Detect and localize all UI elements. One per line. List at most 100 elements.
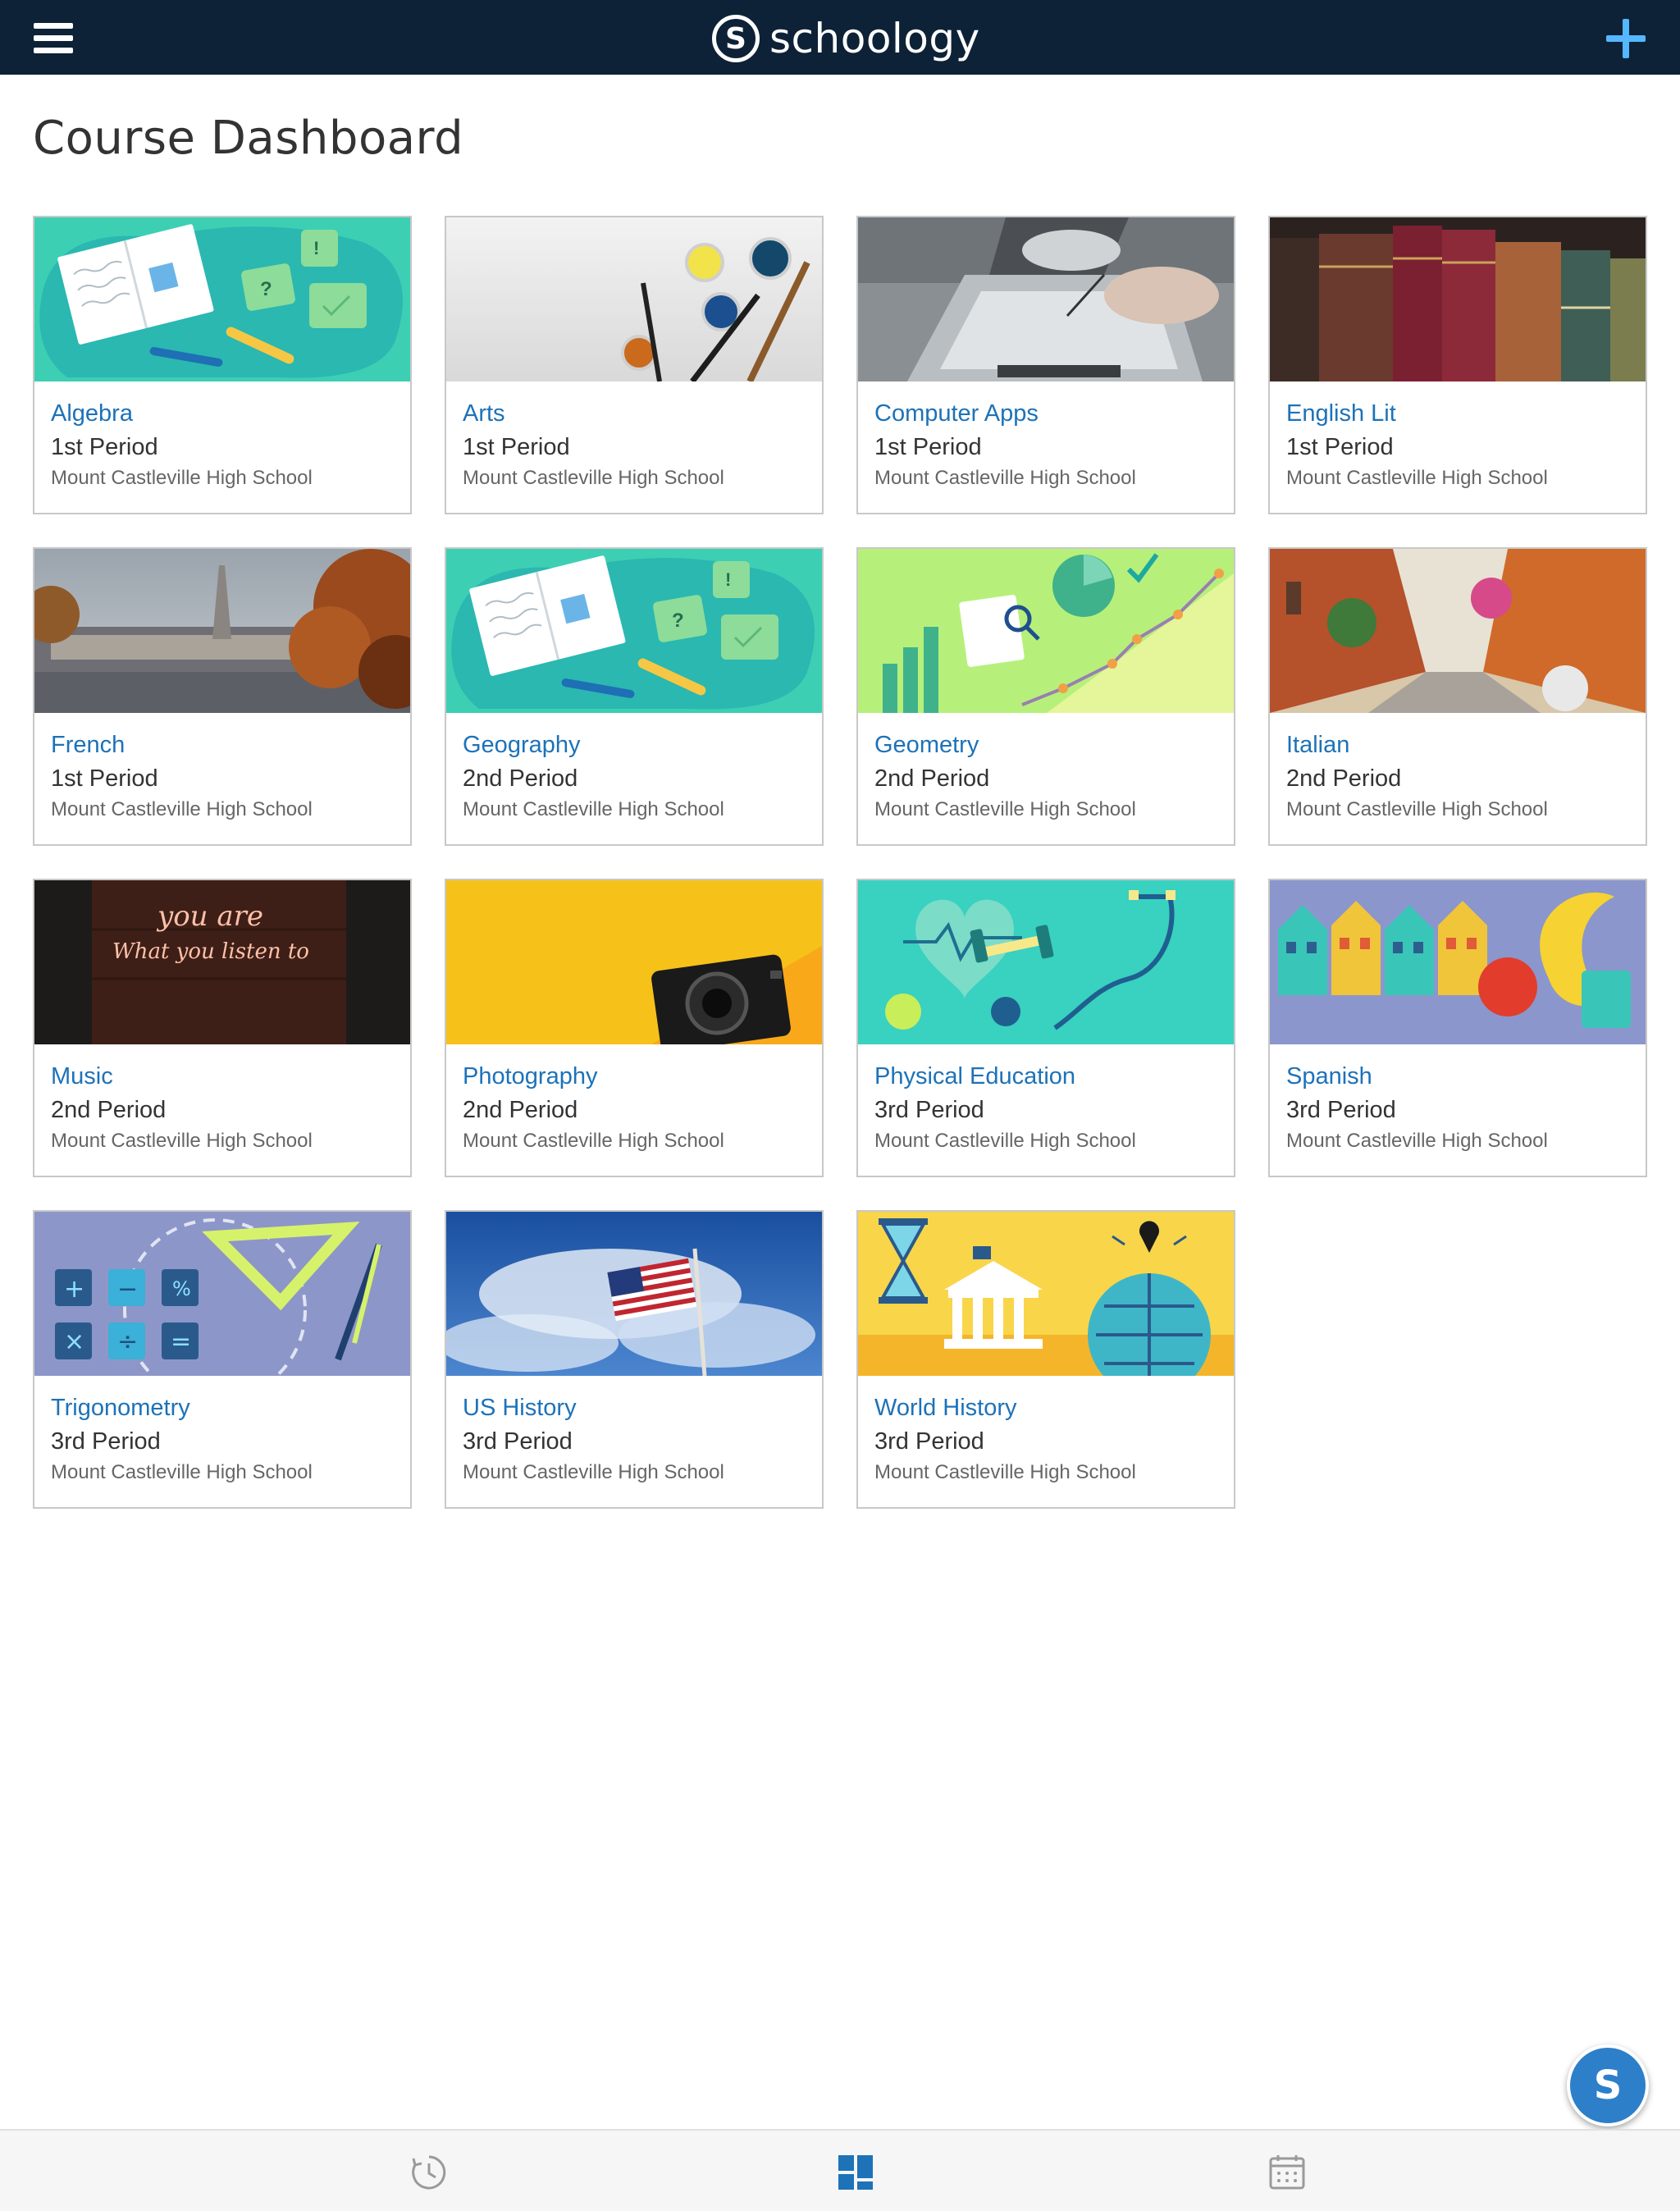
svg-text:+: + xyxy=(64,1275,84,1304)
course-period: 1st Period xyxy=(51,434,158,460)
course-card-us-history[interactable]: US History 3rd Period Mount Castleville … xyxy=(445,1210,824,1509)
recent-activity-icon[interactable] xyxy=(410,2154,448,2191)
course-image-study-illustration: ? ! xyxy=(446,549,822,713)
course-name[interactable]: Italian xyxy=(1286,729,1632,761)
course-period: 2nd Period xyxy=(874,765,990,792)
course-period: 2nd Period xyxy=(51,1097,167,1123)
course-school: Mount Castleville High School xyxy=(1286,1130,1548,1152)
course-school: Mount Castleville High School xyxy=(463,1130,724,1152)
schoology-assistant-button[interactable]: S xyxy=(1567,2044,1649,2126)
course-card-trigonometry[interactable]: + − % × ÷ = Trigonometry 3rd Period Moun… xyxy=(33,1210,412,1509)
course-name[interactable]: English Lit xyxy=(1286,398,1632,429)
course-period: 3rd Period xyxy=(51,1428,161,1455)
course-image-math-tools-illustration: + − % × ÷ = xyxy=(34,1212,410,1376)
calendar-icon[interactable] xyxy=(1268,2154,1306,2191)
course-image-old-books-photo xyxy=(1270,217,1646,381)
course-school: Mount Castleville High School xyxy=(463,798,724,820)
course-name[interactable]: World History xyxy=(874,1392,1221,1423)
hamburger-menu-icon[interactable] xyxy=(34,23,73,54)
top-navigation-bar: S schoology xyxy=(0,0,1680,75)
course-name[interactable]: Physical Education xyxy=(874,1061,1221,1092)
neon-sign-line1: you are xyxy=(156,900,263,933)
course-name[interactable]: Arts xyxy=(463,398,809,429)
course-school: Mount Castleville High School xyxy=(874,467,1136,489)
course-school: Mount Castleville High School xyxy=(51,798,313,820)
course-school: Mount Castleville High School xyxy=(874,1130,1136,1152)
svg-text:?: ? xyxy=(260,278,272,300)
course-image-italian-alley-photo xyxy=(1270,549,1646,713)
course-card-computer-apps[interactable]: Computer Apps 1st Period Mount Castlevil… xyxy=(856,216,1235,514)
course-card-world-history[interactable]: World History 3rd Period Mount Castlevil… xyxy=(856,1210,1235,1509)
course-image-paint-brushes-photo xyxy=(446,217,822,381)
course-image-fitness-illustration xyxy=(858,880,1234,1044)
schoology-logo-text: schoology xyxy=(769,15,980,62)
svg-text:−: − xyxy=(117,1275,138,1304)
course-school: Mount Castleville High School xyxy=(1286,467,1548,489)
course-card-arts[interactable]: Arts 1st Period Mount Castleville High S… xyxy=(445,216,824,514)
course-period: 1st Period xyxy=(1286,434,1394,460)
course-card-algebra[interactable]: ? ! Algebra 1st Period Mount Castleville… xyxy=(33,216,412,514)
course-image-us-flag-photo xyxy=(446,1212,822,1376)
course-school: Mount Castleville High School xyxy=(51,1461,313,1483)
svg-text:?: ? xyxy=(672,610,684,632)
course-name[interactable]: Geometry xyxy=(874,729,1221,761)
course-card-english-lit[interactable]: English Lit 1st Period Mount Castleville… xyxy=(1268,216,1647,514)
course-school: Mount Castleville High School xyxy=(51,1130,313,1152)
fab-label: S xyxy=(1593,2063,1623,2108)
course-school: Mount Castleville High School xyxy=(463,467,724,489)
course-school: Mount Castleville High School xyxy=(874,798,1136,820)
course-name[interactable]: Geography xyxy=(463,729,809,761)
course-image-laptop-desk-photo xyxy=(858,217,1234,381)
course-image-history-illustration xyxy=(858,1212,1234,1376)
course-card-photography[interactable]: Photography 2nd Period Mount Castleville… xyxy=(445,879,824,1177)
course-period: 1st Period xyxy=(874,434,982,460)
page-title: Course Dashboard xyxy=(33,112,464,165)
svg-text:=: = xyxy=(171,1327,191,1356)
schoology-logo[interactable]: S schoology xyxy=(712,14,980,63)
course-period: 3rd Period xyxy=(874,1428,984,1455)
course-period: 1st Period xyxy=(463,434,570,460)
svg-text:!: ! xyxy=(313,238,319,258)
course-image-study-illustration: ? ! xyxy=(34,217,410,381)
course-name[interactable]: Photography xyxy=(463,1061,809,1092)
course-card-physical-education[interactable]: Physical Education 3rd Period Mount Cast… xyxy=(856,879,1235,1177)
course-name[interactable]: Spanish xyxy=(1286,1061,1632,1092)
course-school: Mount Castleville High School xyxy=(1286,798,1548,820)
course-card-spanish[interactable]: Spanish 3rd Period Mount Castleville Hig… xyxy=(1268,879,1647,1177)
course-card-french[interactable]: French 1st Period Mount Castleville High… xyxy=(33,547,412,846)
course-school: Mount Castleville High School xyxy=(874,1461,1136,1483)
course-name[interactable]: Algebra xyxy=(51,398,397,429)
course-school: Mount Castleville High School xyxy=(51,467,313,489)
course-name[interactable]: French xyxy=(51,729,397,761)
course-school: Mount Castleville High School xyxy=(463,1461,724,1483)
course-period: 2nd Period xyxy=(463,1097,578,1123)
svg-text:!: ! xyxy=(725,569,731,590)
svg-text:÷: ÷ xyxy=(117,1327,138,1356)
course-image-graph-illustration xyxy=(858,549,1234,713)
course-period: 3rd Period xyxy=(463,1428,573,1455)
course-name[interactable]: Computer Apps xyxy=(874,398,1221,429)
course-period: 2nd Period xyxy=(1286,765,1402,792)
schoology-logo-mark: S xyxy=(712,15,760,62)
svg-text:×: × xyxy=(64,1327,84,1356)
courses-grid-icon[interactable] xyxy=(837,2154,874,2191)
course-period: 2nd Period xyxy=(463,765,578,792)
course-image-neon-sign-photo: you are What you listen to xyxy=(34,880,410,1044)
svg-text:%: % xyxy=(172,1277,191,1300)
course-image-houses-fruit-illustration xyxy=(1270,880,1646,1044)
course-card-geometry[interactable]: Geometry 2nd Period Mount Castleville Hi… xyxy=(856,547,1235,846)
neon-sign-line2: What you listen to xyxy=(112,939,309,964)
course-card-music[interactable]: you are What you listen to Music 2nd Per… xyxy=(33,879,412,1177)
course-image-camera-photo xyxy=(446,880,822,1044)
plus-icon[interactable] xyxy=(1606,19,1646,58)
course-name[interactable]: US History xyxy=(463,1392,809,1423)
bottom-tab-bar xyxy=(0,2129,1680,2211)
course-card-geography[interactable]: ? ! Geography 2nd Period Mount Castlevil… xyxy=(445,547,824,846)
course-period: 3rd Period xyxy=(1286,1097,1396,1123)
course-period: 3rd Period xyxy=(874,1097,984,1123)
course-name[interactable]: Trigonometry xyxy=(51,1392,397,1423)
course-image-paris-skyline-photo xyxy=(34,549,410,713)
course-name[interactable]: Music xyxy=(51,1061,397,1092)
course-card-italian[interactable]: Italian 2nd Period Mount Castleville Hig… xyxy=(1268,547,1647,846)
course-period: 1st Period xyxy=(51,765,158,792)
